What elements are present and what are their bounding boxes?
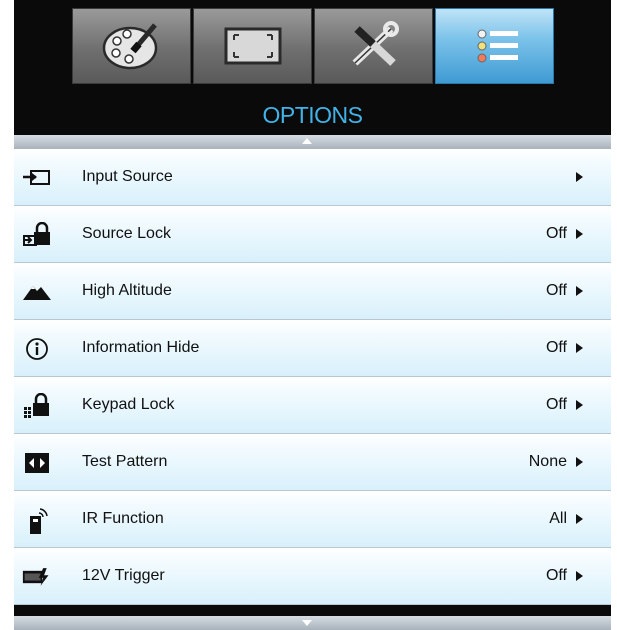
tab-bar bbox=[14, 0, 611, 92]
keypad-lock-icon bbox=[22, 393, 52, 419]
options-list-icon bbox=[477, 29, 518, 63]
high-altitude-icon bbox=[22, 279, 52, 305]
page-title: OPTIONS bbox=[14, 92, 611, 135]
chevron-right-icon bbox=[576, 286, 583, 296]
menu-item-label: Input Source bbox=[82, 168, 173, 185]
source-lock-icon bbox=[22, 222, 52, 248]
test-pattern-icon bbox=[22, 450, 52, 476]
chevron-right-icon bbox=[576, 514, 583, 524]
menu-item-value: Off bbox=[545, 396, 567, 413]
menu-item-value: Off bbox=[545, 225, 567, 242]
tab-picture[interactable] bbox=[72, 8, 191, 84]
options-menu: Input Source Source Lock Off High Altitu… bbox=[14, 149, 611, 605]
input-source-icon bbox=[22, 165, 52, 191]
info-icon bbox=[22, 336, 52, 362]
tab-options[interactable] bbox=[435, 8, 554, 84]
tools-icon bbox=[352, 21, 399, 66]
menu-item-12v-trigger[interactable]: 12V Trigger Off bbox=[14, 548, 611, 605]
12v-trigger-icon bbox=[22, 564, 52, 590]
menu-item-label: Information Hide bbox=[82, 339, 200, 356]
menu-item-source-lock[interactable]: Source Lock Off bbox=[14, 206, 611, 263]
menu-item-value: All bbox=[549, 510, 567, 527]
menu-item-label: High Altitude bbox=[82, 282, 172, 299]
menu-item-value: Off bbox=[545, 282, 567, 299]
menu-item-label: 12V Trigger bbox=[82, 567, 165, 584]
menu-item-label: Test Pattern bbox=[82, 453, 168, 470]
menu-item-label: Source Lock bbox=[82, 225, 171, 242]
menu-item-high-altitude[interactable]: High Altitude Off bbox=[14, 263, 611, 320]
tab-display[interactable] bbox=[193, 8, 312, 84]
menu-item-ir-function[interactable]: IR Function All bbox=[14, 491, 611, 548]
display-frame-icon bbox=[224, 27, 281, 65]
menu-item-test-pattern[interactable]: Test Pattern None bbox=[14, 434, 611, 491]
chevron-down-icon bbox=[302, 620, 312, 626]
ir-function-icon bbox=[22, 507, 52, 534]
menu-item-input-source[interactable]: Input Source bbox=[14, 149, 611, 206]
chevron-right-icon bbox=[576, 343, 583, 353]
menu-item-value: Off bbox=[545, 567, 567, 584]
osd-menu: OPTIONS Input Source Source Lock Off Hig… bbox=[14, 0, 611, 630]
menu-item-value: None bbox=[528, 453, 567, 470]
scroll-down-button[interactable] bbox=[14, 616, 611, 630]
chevron-right-icon bbox=[576, 172, 583, 182]
scroll-up-button[interactable] bbox=[14, 135, 611, 149]
menu-item-value: Off bbox=[545, 339, 567, 356]
menu-item-label: IR Function bbox=[82, 510, 164, 527]
tab-setup[interactable] bbox=[314, 8, 433, 84]
chevron-up-icon bbox=[302, 138, 312, 144]
chevron-right-icon bbox=[576, 457, 583, 467]
menu-item-label: Keypad Lock bbox=[82, 396, 175, 413]
menu-item-information-hide[interactable]: Information Hide Off bbox=[14, 320, 611, 377]
chevron-right-icon bbox=[576, 571, 583, 581]
chevron-right-icon bbox=[576, 229, 583, 239]
menu-item-keypad-lock[interactable]: Keypad Lock Off bbox=[14, 377, 611, 434]
palette-icon bbox=[102, 23, 157, 70]
chevron-right-icon bbox=[576, 400, 583, 410]
